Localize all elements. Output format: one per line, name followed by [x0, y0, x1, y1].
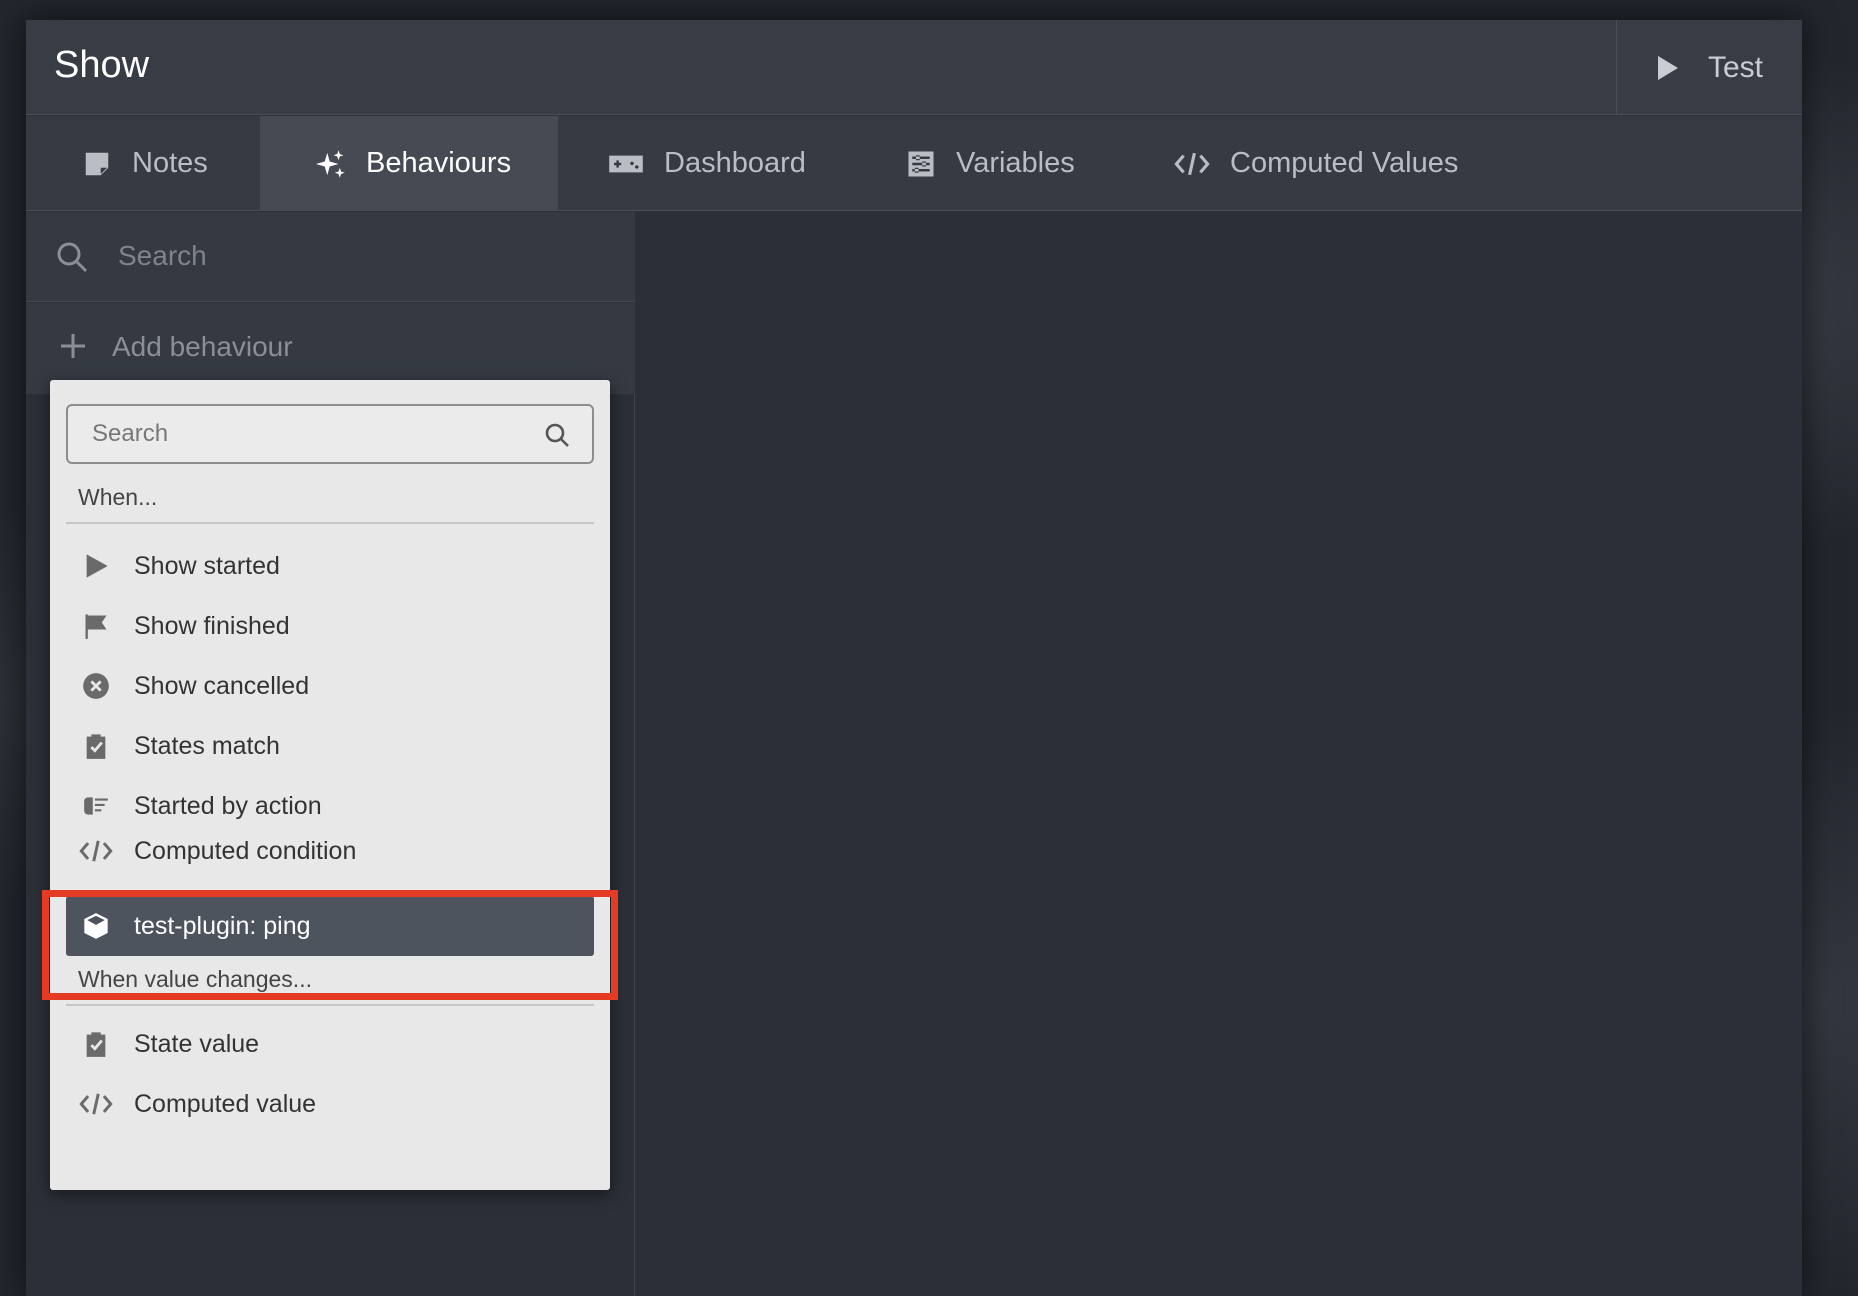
- tab-behaviours[interactable]: Behaviours: [260, 116, 558, 211]
- menu-item-test-plugin-ping[interactable]: test-plugin: ping: [66, 896, 594, 956]
- menu-search-field[interactable]: [66, 404, 594, 464]
- menu-item-label: Computed condition: [134, 836, 357, 865]
- menu-item-show-finished[interactable]: Show finished: [66, 596, 594, 656]
- hand-pointer-icon: [84, 797, 108, 815]
- section-header-when: When...: [66, 472, 594, 524]
- clipboard-check-icon: [86, 1032, 106, 1057]
- menu-item-label: Show started: [134, 551, 280, 580]
- menu-item-computed-value[interactable]: Computed value: [66, 1074, 594, 1134]
- tab-computed-values-label: Computed Values: [1230, 147, 1459, 179]
- menu-item-show-started[interactable]: Show started: [66, 536, 594, 596]
- tab-bar: Notes Behaviours Dashboard Variables Com…: [26, 116, 1802, 211]
- menu-item-label: States match: [134, 731, 280, 760]
- menu-item-states-match[interactable]: States match: [66, 716, 594, 776]
- tab-behaviours-label: Behaviours: [366, 147, 512, 179]
- sparkle-icon: [316, 149, 345, 178]
- search-icon: [57, 242, 88, 273]
- menu-item-label: test-plugin: ping: [134, 911, 311, 940]
- code-icon: [79, 840, 113, 862]
- menu-item-label: Started by action: [134, 791, 322, 820]
- tab-variables-label: Variables: [956, 147, 1075, 179]
- search-icon: [545, 423, 569, 447]
- tab-notes[interactable]: Notes: [26, 116, 260, 211]
- gamepad-icon: [609, 155, 643, 172]
- menu-item-label: Show finished: [134, 611, 290, 640]
- play-icon: [86, 554, 108, 578]
- note-icon: [85, 152, 109, 175]
- cancel-circle-icon: [83, 673, 109, 699]
- tab-notes-label: Notes: [132, 147, 208, 179]
- menu-item-label: Show cancelled: [134, 671, 310, 700]
- clipboard-check-icon: [86, 734, 106, 759]
- test-button[interactable]: Test: [1616, 20, 1802, 115]
- menu-item-computed-condition[interactable]: Computed condition: [66, 836, 594, 866]
- tab-computed-values[interactable]: Computed Values: [1122, 116, 1502, 211]
- test-button-label: Test: [1707, 50, 1764, 84]
- add-behaviour-label: Add behaviour: [112, 331, 293, 362]
- code-icon: [1174, 152, 1210, 175]
- menu-item-label: Computed value: [134, 1089, 317, 1118]
- menu-item-show-cancelled[interactable]: Show cancelled: [66, 656, 594, 716]
- tab-dashboard[interactable]: Dashboard: [558, 116, 852, 211]
- sliders-icon: [908, 151, 934, 176]
- main-content-area: [636, 212, 1802, 1296]
- play-icon: [1657, 55, 1678, 80]
- tab-dashboard-label: Dashboard: [664, 147, 806, 179]
- trigger-menu: When... Show started Show finished Show …: [50, 380, 610, 1190]
- menu-item-started-by-action[interactable]: Started by action: [66, 776, 594, 836]
- sidebar-search-placeholder: Search: [118, 240, 207, 271]
- cube-icon: [84, 913, 108, 939]
- menu-item-label: State value: [134, 1029, 260, 1058]
- menu-search-input[interactable]: [68, 406, 528, 462]
- window-title: Show: [54, 44, 150, 86]
- plus-icon: [61, 334, 85, 358]
- flag-icon: [85, 614, 107, 639]
- tab-variables[interactable]: Variables: [852, 116, 1122, 211]
- code-icon: [79, 1093, 113, 1115]
- sidebar-search[interactable]: Search: [26, 212, 635, 302]
- section-header-value-changes: When value changes...: [66, 954, 594, 1006]
- title-bar: Show Test: [26, 20, 1802, 115]
- menu-item-state-value[interactable]: State value: [66, 1014, 594, 1074]
